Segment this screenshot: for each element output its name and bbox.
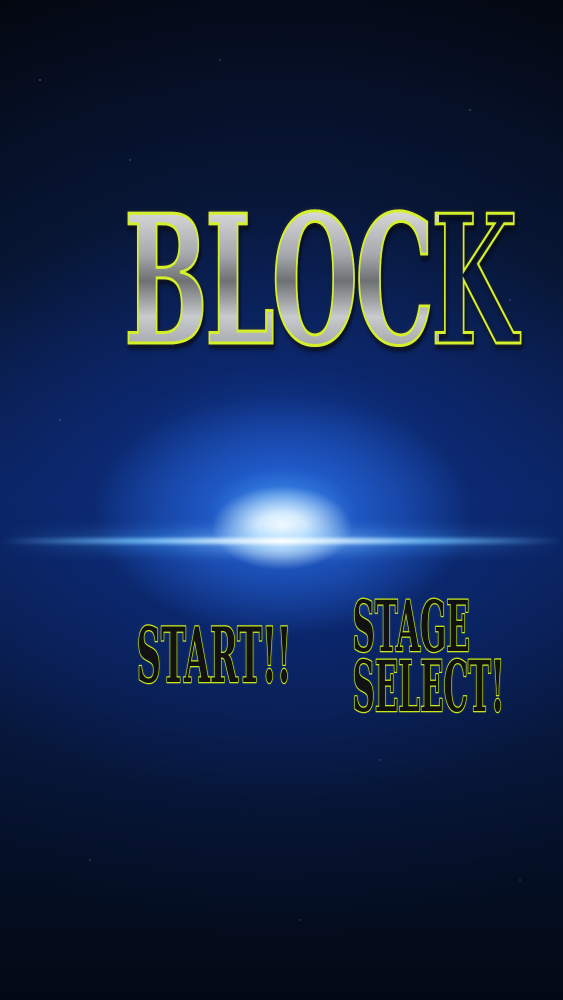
stage-select-label-line2: SELECT! xyxy=(352,645,505,728)
start-button-label: START!! xyxy=(136,611,292,700)
stage-select-button[interactable]: STAGE SELECT! xyxy=(305,585,505,728)
start-button[interactable]: START!! xyxy=(136,611,292,700)
title-screen: BLOCK START!! STAGE SELECT! xyxy=(0,0,563,1000)
stage-select-label-line1: STAGE xyxy=(352,585,470,668)
lens-flare-line xyxy=(0,538,563,544)
game-title: BLOCK xyxy=(123,176,518,385)
